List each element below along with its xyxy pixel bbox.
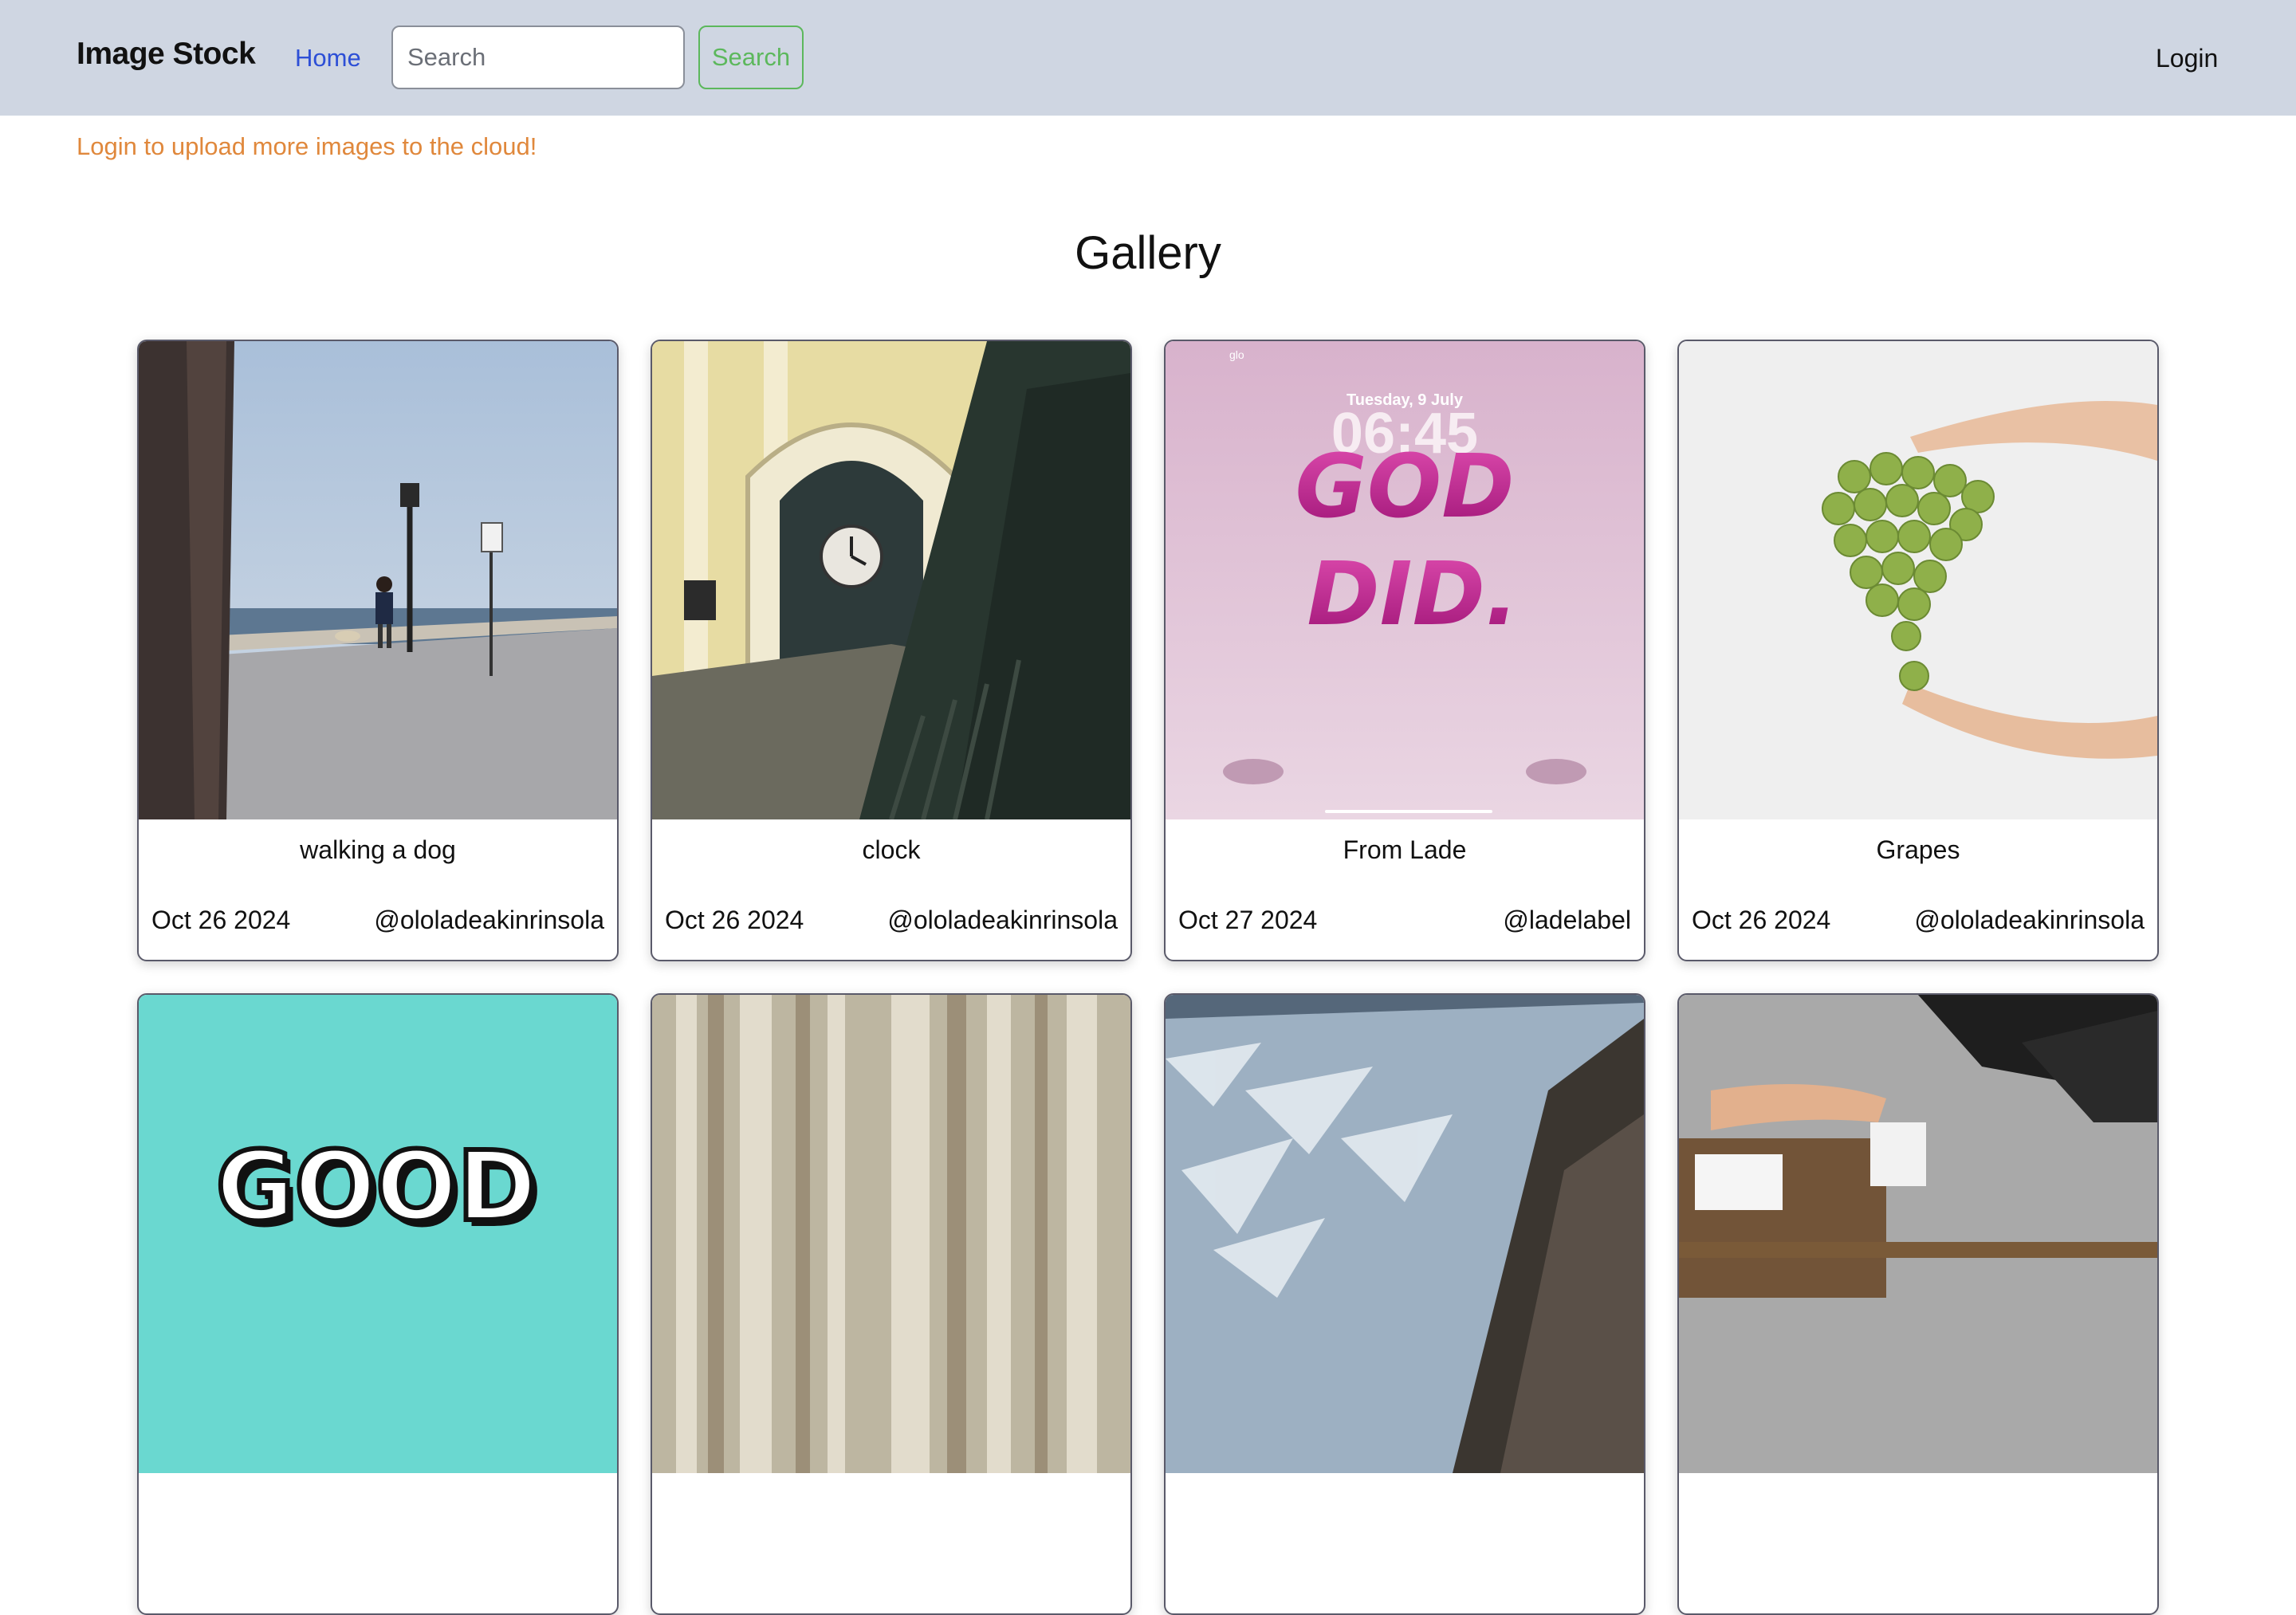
gallery-card[interactable]: walking a dog Oct 26 2024 @ololadeakinri… xyxy=(137,340,619,961)
navbar: Image Stock Home Search Login xyxy=(0,0,2296,116)
gallery-card[interactable] xyxy=(651,993,1132,1615)
card-date: Oct 26 2024 xyxy=(665,906,804,934)
card-caption: clock xyxy=(862,835,921,864)
post-office-clock-photo xyxy=(652,341,1130,819)
card-date: Oct 26 2024 xyxy=(1692,906,1831,934)
login-notice: Login to upload more images to the cloud… xyxy=(77,132,537,160)
gallery-card[interactable] xyxy=(1164,993,1645,1615)
sticker-text: GOOD xyxy=(216,1132,537,1243)
card-image[interactable] xyxy=(652,995,1130,1473)
gallery-card[interactable]: clock Oct 26 2024 @ololadeakinrinsola xyxy=(651,340,1132,961)
gallery-card[interactable]: Grapes Oct 26 2024 @ololadeakinrinsola xyxy=(1677,340,2159,961)
gallery-title: Gallery xyxy=(1075,227,1221,279)
gallery-card[interactable] xyxy=(1677,993,2159,1615)
seaside-promenade-photo xyxy=(139,341,617,819)
card-author[interactable]: @ladelabel xyxy=(1503,906,1631,935)
lockscreen-word-1: GOD xyxy=(1295,435,1514,537)
phone-lockscreen-image: glo Tuesday, 9 July 06:45 GOD DID. xyxy=(1166,341,1644,819)
good-sticker-image: GOOD GOOD xyxy=(139,995,617,1473)
brand-logo[interactable]: Image Stock xyxy=(77,37,256,72)
search-input[interactable] xyxy=(391,26,685,89)
card-image[interactable] xyxy=(139,341,617,819)
grapes-photo xyxy=(1679,341,2157,819)
status-text: glo xyxy=(1229,348,1244,361)
card-date: Oct 27 2024 xyxy=(1178,906,1318,934)
card-image[interactable]: glo Tuesday, 9 July 06:45 GOD DID. xyxy=(1166,341,1644,819)
nav-home-link[interactable]: Home xyxy=(295,44,361,73)
card-image[interactable] xyxy=(1166,995,1644,1473)
card-image[interactable] xyxy=(1679,341,2157,819)
card-caption: Grapes xyxy=(1876,835,1960,864)
gallery-card[interactable]: glo Tuesday, 9 July 06:45 GOD DID. From … xyxy=(1164,340,1645,961)
coffee-pour-photo xyxy=(1679,995,2157,1473)
card-date: Oct 26 2024 xyxy=(151,906,291,934)
card-author[interactable]: @ololadeakinrinsola xyxy=(374,906,604,935)
card-author[interactable]: @ololadeakinrinsola xyxy=(1914,906,2145,935)
login-link[interactable]: Login xyxy=(2156,44,2218,73)
search-button[interactable]: Search xyxy=(698,26,804,89)
card-author[interactable]: @ololadeakinrinsola xyxy=(887,906,1118,935)
card-caption: walking a dog xyxy=(300,835,456,864)
lockscreen-word-2: DID. xyxy=(1307,543,1518,645)
gallery-card[interactable]: GOOD GOOD xyxy=(137,993,619,1615)
glacier-mountain-photo xyxy=(1166,995,1644,1473)
card-image[interactable] xyxy=(1679,995,2157,1473)
card-caption: From Lade xyxy=(1343,835,1467,864)
card-image[interactable]: GOOD GOOD xyxy=(139,995,617,1473)
card-image[interactable] xyxy=(652,341,1130,819)
forest-trees-photo xyxy=(652,995,1130,1473)
